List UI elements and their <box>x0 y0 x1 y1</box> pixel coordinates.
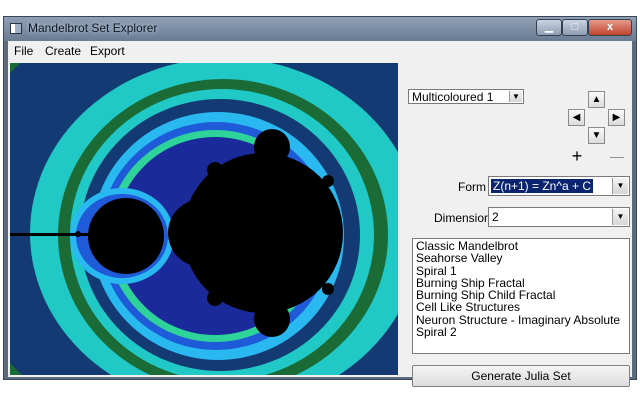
form-label: Form <box>458 180 486 194</box>
pan-left-button[interactable]: ◀ <box>568 109 585 126</box>
pan-right-icon: ▶ <box>612 112 621 123</box>
dropdown-arrow-icon: ▼ <box>612 209 628 225</box>
pan-up-button[interactable]: ▲ <box>588 91 605 108</box>
list-item[interactable]: Seahorse Valley <box>416 252 626 265</box>
dimension-select[interactable]: 2 ▼ <box>488 207 630 227</box>
dropdown-arrow-icon: ▼ <box>612 178 628 194</box>
close-button[interactable]: x <box>588 19 632 36</box>
title-bar[interactable]: Mandelbrot Set Explorer ▁ □ x <box>4 17 636 41</box>
minimize-icon: ▁ <box>544 21 554 33</box>
pan-right-button[interactable]: ▶ <box>608 109 625 126</box>
list-item[interactable]: Cell Like Structures <box>416 301 626 314</box>
dimension-label: Dimension <box>434 211 491 225</box>
app-window: Mandelbrot Set Explorer ▁ □ x File Creat… <box>3 16 637 387</box>
pan-down-button[interactable]: ▼ <box>588 127 605 144</box>
menu-export[interactable]: Export <box>90 44 125 58</box>
zoom-in-button[interactable]: + <box>568 146 586 166</box>
menu-file[interactable]: File <box>14 44 33 58</box>
pan-left-icon: ◀ <box>572 112 581 123</box>
minimize-button[interactable]: ▁ <box>536 19 562 36</box>
generate-julia-button[interactable]: Generate Julia Set <box>412 365 630 387</box>
close-icon: x <box>606 21 614 33</box>
zoom-out-button[interactable]: — <box>608 148 626 166</box>
maximize-icon: □ <box>571 21 579 33</box>
pan-up-icon: ▲ <box>591 94 602 105</box>
menu-create[interactable]: Create <box>45 44 81 58</box>
form-value: Z(n+1) = Zn^a + C <box>491 179 594 193</box>
color-scheme-select[interactable]: Multicoloured 1 ▼ <box>408 89 524 104</box>
list-item[interactable]: Spiral 2 <box>416 326 626 339</box>
app-icon <box>10 23 22 34</box>
window-title: Mandelbrot Set Explorer <box>28 21 158 35</box>
zoom-in-icon: + <box>571 146 583 166</box>
pan-down-icon: ▼ <box>591 130 602 141</box>
dimension-value: 2 <box>492 210 499 224</box>
color-scheme-value: Multicoloured 1 <box>412 90 494 104</box>
maximize-button[interactable]: □ <box>562 19 588 36</box>
zoom-out-icon: — <box>610 148 624 164</box>
fractal-canvas[interactable] <box>10 63 398 375</box>
client-area: File Create Export Multicoloured 1 ▼ ▲ ◀… <box>8 41 632 387</box>
form-select[interactable]: Z(n+1) = Zn^a + C ▼ <box>488 176 630 196</box>
dropdown-arrow-icon: ▼ <box>509 91 522 102</box>
menu-bar: File Create Export <box>8 41 632 61</box>
mandelbrot-image <box>10 63 398 375</box>
preset-list[interactable]: Classic Mandelbrot Seahorse Valley Spira… <box>412 238 630 354</box>
